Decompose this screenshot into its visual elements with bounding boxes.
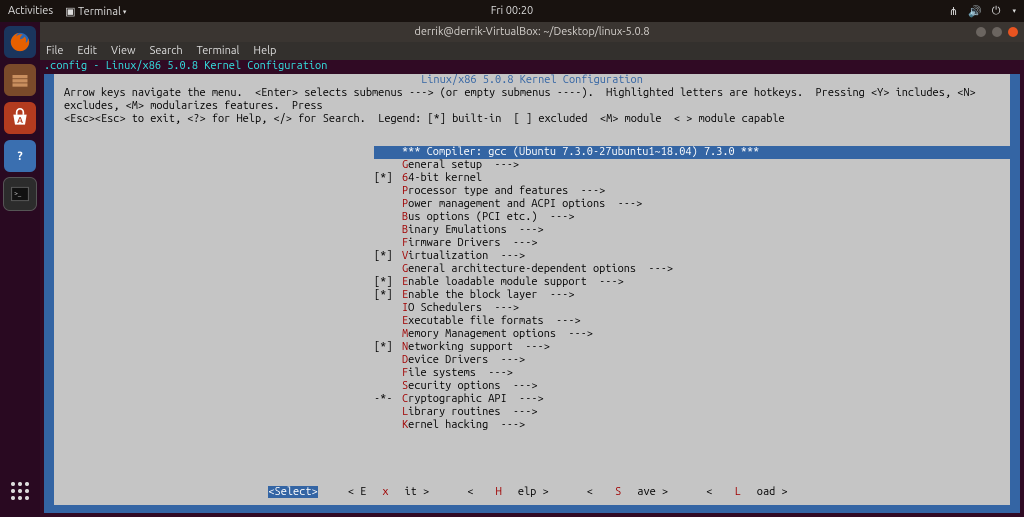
software-icon[interactable]: A	[4, 102, 36, 134]
svg-text:A: A	[17, 115, 23, 125]
help-button[interactable]: < Help >	[459, 486, 556, 498]
svg-text:>_: >_	[14, 191, 22, 198]
menu-item[interactable]: [*] 64-bit kernel	[374, 172, 1010, 185]
current-app[interactable]: ▣ Terminal▾	[65, 5, 126, 18]
menu-item[interactable]: Processor type and features --->	[374, 185, 1010, 198]
menu-item[interactable]: Power management and ACPI options --->	[374, 198, 1010, 211]
help-icon[interactable]: ?	[4, 140, 36, 172]
terminal-window: derrik@derrik-VirtualBox: ~/Desktop/linu…	[40, 22, 1024, 517]
menu-item[interactable]: Memory Management options --->	[374, 328, 1010, 341]
volume-icon: 🔊	[968, 5, 982, 18]
clock[interactable]: Fri 00:20	[491, 5, 533, 17]
status-area[interactable]: ⋔ 🔊 ⏻ ▾	[949, 5, 1016, 18]
config-header: .config - Linux/x86 5.0.8 Kernel Configu…	[40, 60, 1024, 73]
menu-list[interactable]: *** Compiler: gcc (Ubuntu 7.3.0-27ubuntu…	[54, 146, 1010, 432]
select-button[interactable]: <Select>	[268, 486, 317, 498]
menu-item[interactable]: Binary Emulations --->	[374, 224, 1010, 237]
dialog-title: Linux/x86 5.0.8 Kernel Configuration	[54, 74, 1010, 87]
menuconfig-background: Linux/x86 5.0.8 Kernel Configuration Arr…	[44, 74, 1020, 513]
files-icon[interactable]	[4, 64, 36, 96]
terminal-content[interactable]: .config - Linux/x86 5.0.8 Kernel Configu…	[40, 60, 1024, 517]
menu-item[interactable]: [*] Enable the block layer --->	[374, 289, 1010, 302]
menu-item[interactable]: Bus options (PCI etc.) --->	[374, 211, 1010, 224]
svg-text:?: ?	[17, 150, 22, 163]
menu-item[interactable]: Security options --->	[374, 380, 1010, 393]
menu-terminal[interactable]: Terminal	[197, 45, 240, 57]
help-text-1: Arrow keys navigate the menu. <Enter> se…	[54, 87, 1010, 113]
menu-item[interactable]: [*] Virtualization --->	[374, 250, 1010, 263]
exit-button[interactable]: < Exit >	[340, 486, 437, 498]
menu-item[interactable]: File systems --->	[374, 367, 1010, 380]
menu-item[interactable]: [*] Enable loadable module support --->	[374, 276, 1010, 289]
menu-item[interactable]: Library routines --->	[374, 406, 1010, 419]
menu-item[interactable]: Firmware Drivers --->	[374, 237, 1010, 250]
minimize-button[interactable]	[976, 27, 986, 37]
menubar: File Edit View Search Terminal Help	[40, 42, 1024, 60]
power-icon: ⏻	[992, 5, 1001, 18]
menu-item[interactable]: [*] Networking support --->	[374, 341, 1010, 354]
menu-item[interactable]: General architecture-dependent options -…	[374, 263, 1010, 276]
menu-file[interactable]: File	[46, 45, 63, 57]
menu-search[interactable]: Search	[150, 45, 183, 57]
window-title: derrik@derrik-VirtualBox: ~/Desktop/linu…	[414, 26, 649, 38]
save-button[interactable]: < Save >	[579, 486, 676, 498]
help-text-2: <Esc><Esc> to exit, <?> for Help, </> fo…	[54, 113, 1010, 126]
menu-item[interactable]: Executable file formats --->	[374, 315, 1010, 328]
menu-item[interactable]: Kernel hacking --->	[374, 419, 1010, 432]
firefox-icon[interactable]	[4, 26, 36, 58]
dock: A ? >_	[0, 22, 40, 517]
terminal-icon[interactable]: >_	[4, 178, 36, 210]
show-applications[interactable]	[4, 475, 36, 507]
menu-item[interactable]: IO Schedulers --->	[374, 302, 1010, 315]
button-bar: <Select> < Exit > < Help > < Save > < Lo…	[54, 486, 1010, 499]
activities-button[interactable]: Activities	[8, 5, 53, 17]
menu-item[interactable]: *** Compiler: gcc (Ubuntu 7.3.0-27ubuntu…	[374, 146, 1010, 159]
load-button[interactable]: < Load >	[698, 486, 795, 498]
chevron-down-icon: ▾	[1012, 7, 1016, 15]
menuconfig-dialog: Linux/x86 5.0.8 Kernel Configuration Arr…	[54, 74, 1010, 505]
close-button[interactable]	[1008, 27, 1018, 37]
gnome-topbar: Activities ▣ Terminal▾ Fri 00:20 ⋔ 🔊 ⏻ ▾	[0, 0, 1024, 22]
maximize-button[interactable]	[992, 27, 1002, 37]
menu-item[interactable]: Device Drivers --->	[374, 354, 1010, 367]
menu-edit[interactable]: Edit	[77, 45, 97, 57]
menu-item[interactable]: General setup --->	[374, 159, 1010, 172]
menu-item[interactable]: -*- Cryptographic API --->	[374, 393, 1010, 406]
window-titlebar[interactable]: derrik@derrik-VirtualBox: ~/Desktop/linu…	[40, 22, 1024, 42]
menu-view[interactable]: View	[111, 45, 136, 57]
network-icon: ⋔	[949, 5, 958, 18]
menu-help[interactable]: Help	[253, 45, 276, 57]
